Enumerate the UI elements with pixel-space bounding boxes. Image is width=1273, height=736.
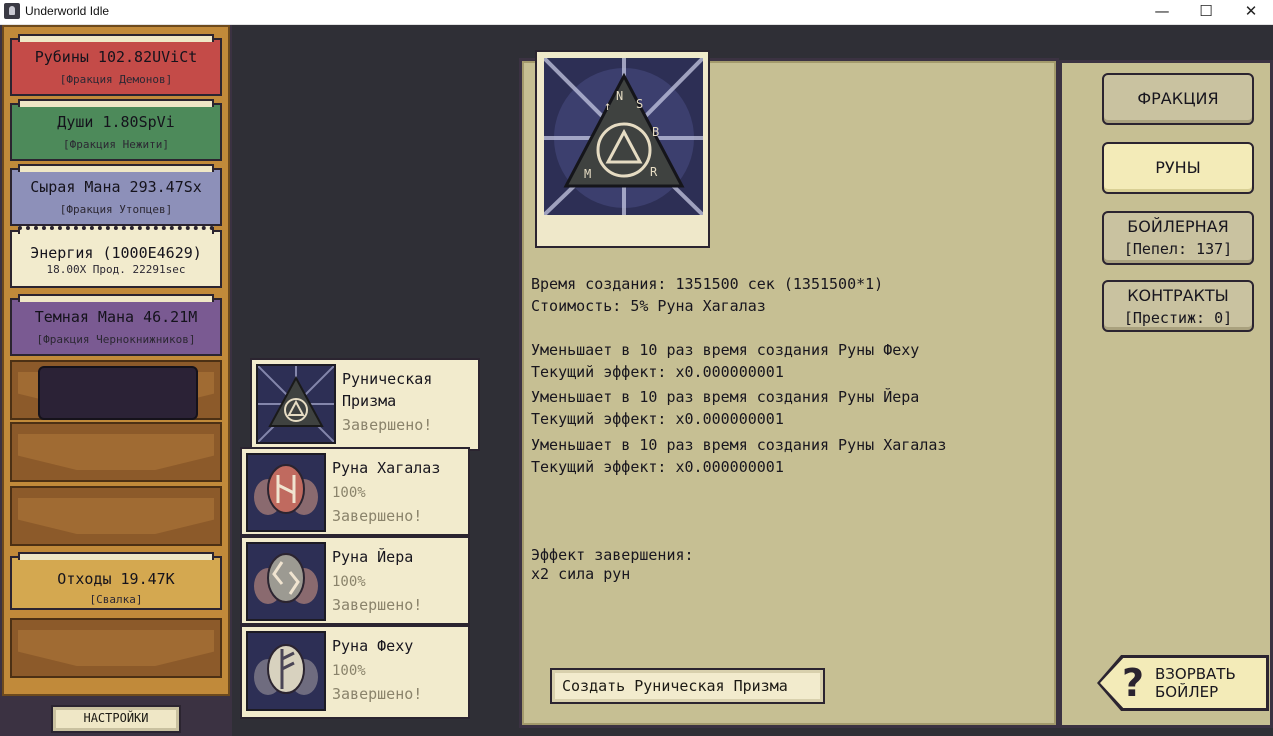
locked-slot bbox=[10, 486, 222, 546]
svg-text:R: R bbox=[650, 165, 658, 179]
task-status: Завершено! bbox=[332, 685, 423, 703]
task-name: Руна Йера bbox=[332, 548, 414, 566]
task-status: Завершено! bbox=[332, 596, 423, 614]
resource-souls[interactable]: Души 1.80SpVi [Фракция Нежити] bbox=[10, 99, 222, 161]
completion-effect-title: Эффект завершения: bbox=[531, 546, 694, 564]
detail-image-card: N B M R ↑ S bbox=[535, 50, 710, 248]
svg-text:M: M bbox=[584, 167, 591, 181]
nav-contracts-prestige: [Престиж: 0] bbox=[1123, 309, 1233, 327]
resource-raw-mana-faction: [Фракция Утопцев] bbox=[59, 203, 173, 216]
effect-current: Текущий эффект: x0.000000001 bbox=[531, 410, 784, 428]
resource-raw-mana-name: Сырая Мана 293.47Sx bbox=[30, 178, 202, 196]
creation-time: Время создания: 1351500 сек (1351500*1) bbox=[531, 275, 884, 293]
window-title: Underworld Idle bbox=[25, 4, 110, 18]
card-tab bbox=[18, 34, 214, 42]
window-titlebar: Underworld Idle — ☐ ✕ bbox=[0, 0, 1273, 25]
locked-slot bbox=[10, 618, 222, 678]
settings-button[interactable]: НАСТРОЙКИ bbox=[51, 705, 181, 733]
resource-souls-faction: [Фракция Нежити] bbox=[63, 138, 169, 151]
task-name: Руническая Призма bbox=[342, 370, 433, 410]
task-name: Руна Феху bbox=[332, 637, 414, 655]
resource-energy[interactable]: Энергия (1000E4629) 18.00X Прод. 22291se… bbox=[10, 226, 222, 288]
resource-energy-name: Энергия (1000E4629) bbox=[30, 244, 202, 262]
task-progress: 100% bbox=[332, 574, 366, 590]
card-tab bbox=[18, 164, 214, 172]
effect-description: Уменьшает в 10 раз время создания Руны Х… bbox=[531, 436, 947, 454]
rune-fehu-icon bbox=[246, 631, 326, 711]
effect-current: Текущий эффект: x0.000000001 bbox=[531, 363, 784, 381]
blow-label-line2: БОЙЛЕР bbox=[1155, 683, 1219, 701]
nav-runes-button[interactable]: РУНЫ bbox=[1102, 142, 1254, 194]
runic-prism-icon bbox=[256, 364, 336, 444]
creation-cost: Стоимость: 5% Руна Хагалаз bbox=[531, 297, 766, 315]
task-name: Руна Хагалаз bbox=[332, 459, 441, 477]
nav-contracts-button[interactable]: КОНТРАКТЫ [Престиж: 0] bbox=[1102, 280, 1254, 332]
nav-faction-button[interactable]: ФРАКЦИЯ bbox=[1102, 73, 1254, 125]
task-runic-prism[interactable]: Руническая Призма Завершено! bbox=[250, 358, 480, 451]
app-icon bbox=[4, 3, 20, 19]
svg-text:N: N bbox=[616, 89, 623, 103]
card-tab bbox=[18, 99, 214, 107]
resource-waste-location: [Свалка] bbox=[89, 593, 143, 606]
task-rune-hagalaz[interactable]: Руна Хагалаз 100% Завершено! bbox=[240, 447, 470, 536]
task-progress: 100% bbox=[332, 485, 366, 501]
effect-description: Уменьшает в 10 раз время создания Руны Ф… bbox=[531, 341, 920, 359]
blow-label-line1: ВЗОРВАТЬ bbox=[1155, 665, 1236, 683]
task-progress: 100% bbox=[332, 663, 366, 679]
question-icon: ? bbox=[1122, 661, 1145, 705]
resource-dark-mana-name: Темная Мана 46.21M bbox=[34, 308, 198, 326]
minimize-button[interactable]: — bbox=[1139, 0, 1185, 25]
svg-text:S: S bbox=[636, 97, 643, 111]
maximize-button[interactable]: ☐ bbox=[1183, 0, 1229, 25]
nav-boiler-button[interactable]: БОЙЛЕРНАЯ [Пепел: 137] bbox=[1102, 211, 1254, 265]
nav-boiler-ash: [Пепел: 137] bbox=[1123, 240, 1233, 258]
locked-slot-book bbox=[10, 360, 222, 420]
resource-rubies-faction: [Фракция Демонов] bbox=[59, 73, 173, 86]
notebook-rings-icon bbox=[18, 226, 214, 234]
effect-description: Уменьшает в 10 раз время создания Руны Й… bbox=[531, 388, 920, 406]
svg-text:B: B bbox=[652, 125, 659, 139]
completion-effect-value: x2 сила рун bbox=[531, 565, 631, 583]
locked-book-icon bbox=[38, 366, 198, 420]
blow-up-boiler-button[interactable]: ? ВЗОРВАТЬ БОЙЛЕР bbox=[1097, 655, 1269, 711]
task-status: Завершено! bbox=[332, 507, 423, 525]
runic-prism-large-icon: N B M R ↑ S bbox=[544, 58, 703, 215]
rune-jera-icon bbox=[246, 542, 326, 621]
resource-dark-mana-faction: [Фракция Чернокнижников] bbox=[36, 333, 196, 346]
blow-up-boiler-label: ВЗОРВАТЬ БОЙЛЕР bbox=[1155, 665, 1236, 701]
svg-text:↑: ↑ bbox=[604, 99, 611, 113]
rune-hagalaz-icon bbox=[246, 453, 326, 532]
resource-souls-name: Души 1.80SpVi bbox=[57, 113, 175, 131]
nav-boiler-label: БОЙЛЕРНАЯ bbox=[1127, 217, 1229, 236]
close-button[interactable]: ✕ bbox=[1228, 0, 1273, 25]
card-tab bbox=[18, 294, 214, 302]
task-rune-jera[interactable]: Руна Йера 100% Завершено! bbox=[240, 536, 470, 625]
resource-rubies-name: Рубины 102.82UViCt bbox=[34, 48, 198, 66]
effect-current: Текущий эффект: x0.000000001 bbox=[531, 458, 784, 476]
nav-contracts-label: КОНТРАКТЫ bbox=[1127, 286, 1229, 305]
create-runic-prism-button[interactable]: Создать Руническая Призма bbox=[550, 668, 825, 704]
resource-raw-mana[interactable]: Сырая Мана 293.47Sx [Фракция Утопцев] bbox=[10, 164, 222, 226]
resource-energy-production: 18.00X Прод. 22291sec bbox=[46, 263, 186, 276]
locked-slot bbox=[10, 422, 222, 482]
resource-waste[interactable]: Отходы 19.47K [Свалка] bbox=[10, 552, 222, 610]
card-tab bbox=[18, 552, 214, 560]
task-rune-fehu[interactable]: Руна Феху 100% Завершено! bbox=[240, 625, 470, 719]
resource-rubies[interactable]: Рубины 102.82UViCt [Фракция Демонов] bbox=[10, 34, 222, 96]
task-status: Завершено! bbox=[342, 416, 433, 434]
resource-dark-mana[interactable]: Темная Мана 46.21M [Фракция Чернокнижник… bbox=[10, 294, 222, 356]
resource-waste-name: Отходы 19.47K bbox=[57, 570, 175, 588]
